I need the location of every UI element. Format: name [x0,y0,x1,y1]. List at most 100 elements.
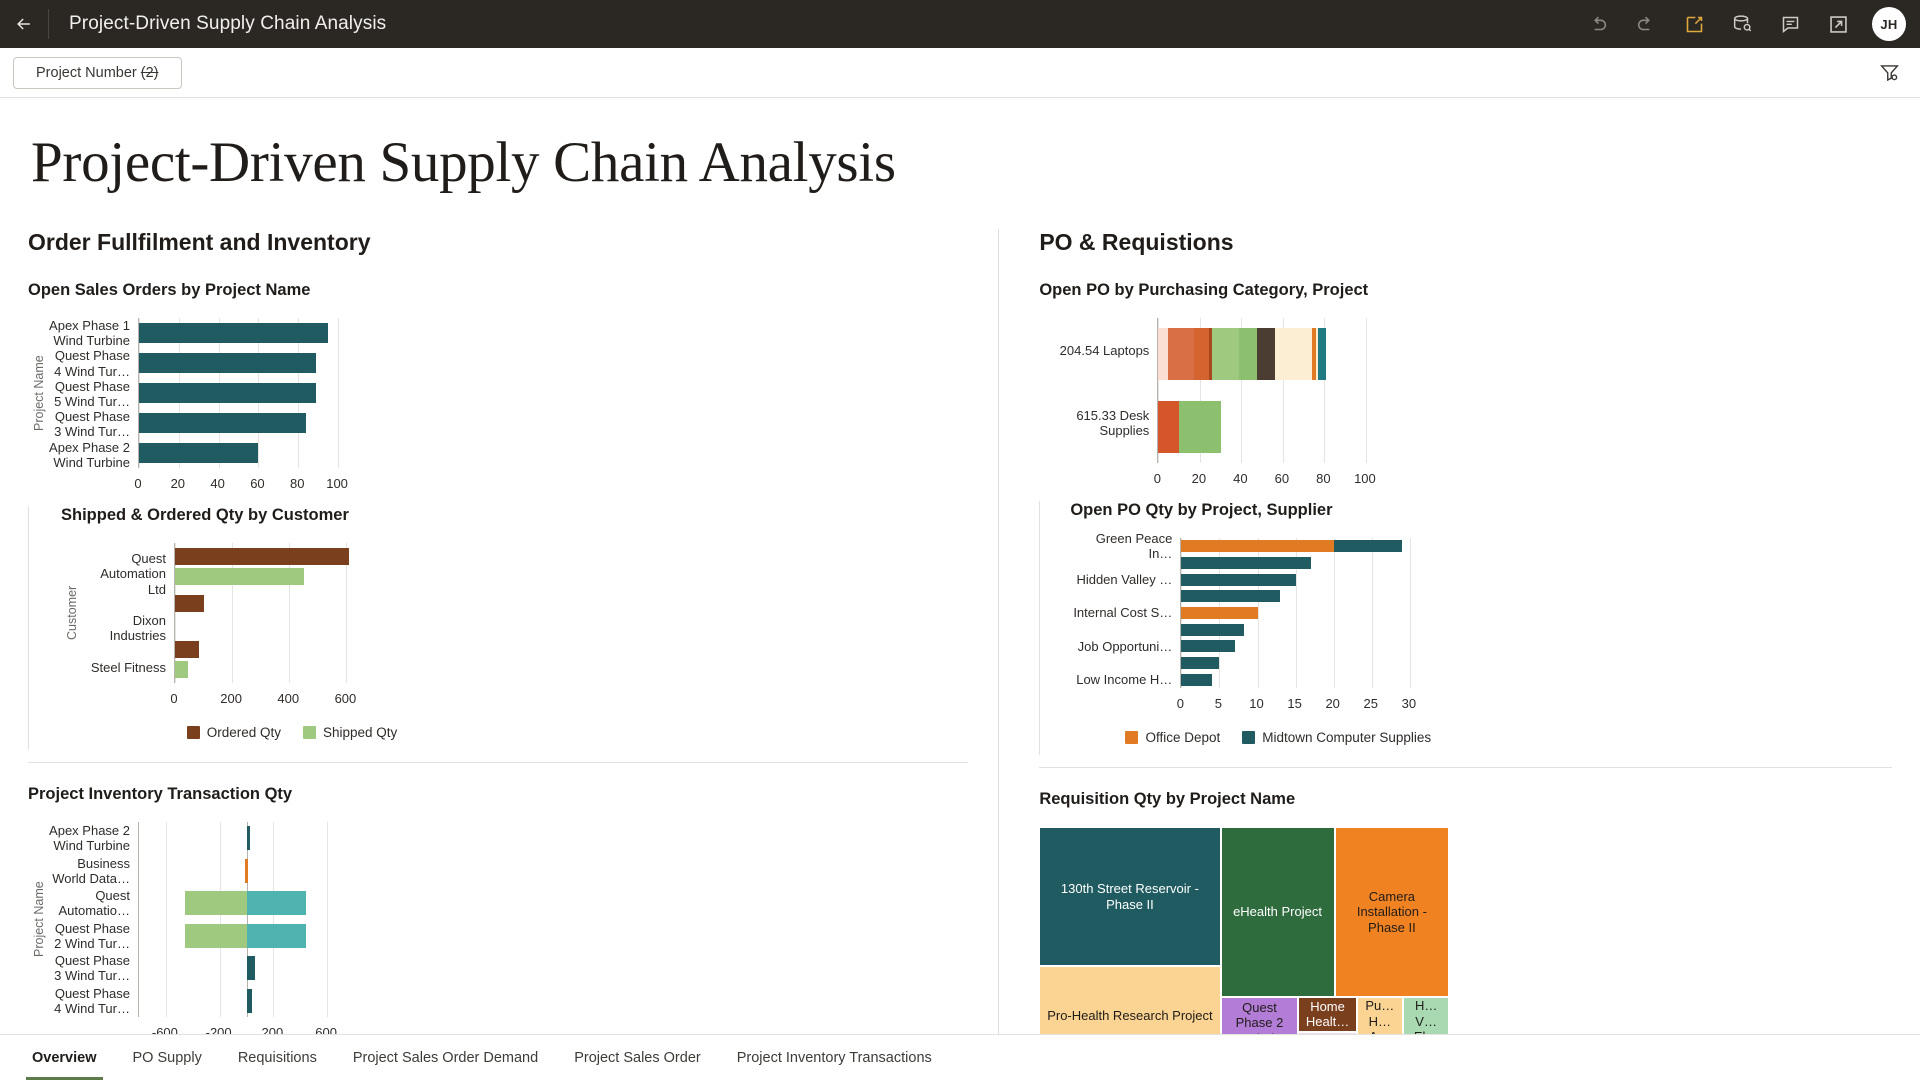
x-axis-tick: 100 [1354,471,1376,486]
bar-segment[interactable] [1181,573,1296,586]
bar-segment[interactable] [1158,328,1168,381]
tab-overview[interactable]: Overview [14,1035,115,1080]
comment-button[interactable] [1766,0,1814,48]
legend-item[interactable]: Midtown Computer Supplies [1242,730,1431,745]
filter-settings-icon [1879,65,1899,82]
bar-negative[interactable] [185,923,247,948]
category-label: Apex Phase 1 Wind Turbine [49,318,130,349]
data-source-button[interactable] [1718,0,1766,48]
panel-shipped-ordered-customer[interactable]: Shipped & Ordered Qty by Customer Custom… [28,506,523,750]
treemap-cell[interactable]: 130th Street Reservoir - Phase II [1039,827,1221,967]
right-chart-grid: Open PO by Purchasing Category, Project … [1039,281,1892,1080]
panel-requisition-treemap[interactable]: Requisition Qty by Project Name 130th St… [1039,790,1459,1075]
data-source-icon [1733,15,1752,32]
edit-icon [1686,16,1702,32]
panel-open-po-supplier[interactable]: Open PO Qty by Project, Supplier Green P… [1039,501,1486,755]
treemap-cell[interactable]: Camera Installation - Phase II [1334,827,1450,998]
bar[interactable] [245,858,248,883]
bar-segment[interactable] [1181,607,1258,619]
bar[interactable] [175,661,188,679]
left-chart-grid: Open Sales Orders by Project Name Projec… [28,281,969,1080]
bar-segment[interactable] [1256,328,1275,381]
panel-open-sales-orders[interactable]: Open Sales Orders by Project Name Projec… [28,281,488,506]
chart-project-inventory-transaction-qty[interactable]: Project Name Apex Phase 2 Wind Turbine Bu… [28,822,488,1045]
category-label: Apex Phase 2 Wind Turbine [49,823,130,854]
legend-item[interactable]: Ordered Qty [186,725,281,740]
bar[interactable] [175,641,200,659]
bar-segment[interactable] [1181,540,1334,553]
chart-shipped-ordered-qty-by-customer[interactable]: Customer Quest Automation Ltd Dixon Indus… [61,543,523,740]
bar-segment[interactable] [1179,400,1221,453]
chart-open-po-by-purchasing-category-project[interactable]: 204.54 Laptops 615.33 Desk Supplies 0 20 40… [1039,318,1459,491]
bar-segment[interactable] [1181,640,1235,653]
chart-legend: Ordered Qty Shipped Qty [61,725,523,740]
bar-segment[interactable] [1333,540,1403,553]
x-axis-tick: 40 [1233,471,1248,486]
section-po-requisitions: PO & Requistions Open PO by Purchasing C… [998,229,1892,1080]
bar-segment[interactable] [1181,623,1244,636]
panel-title: Open PO by Purchasing Category, Project [1039,281,1369,299]
bar-segment[interactable] [1181,673,1212,686]
category-label: 615.33 Desk Supplies [1076,407,1150,438]
bar[interactable] [139,413,307,433]
back-button[interactable] [0,0,48,48]
bar-segment[interactable] [1158,400,1180,453]
filter-settings-button[interactable] [1872,56,1906,90]
legend-item[interactable]: Shipped Qty [302,725,397,740]
bar-segment[interactable] [1181,590,1281,603]
chart-requisition-qty-by-project-name[interactable]: 130th Street Reservoir - Phase II Pro-Hea… [1039,827,1459,1065]
category-label: Quest Phase 4 Wind Tur… [54,985,130,1016]
tab-project-inventory-transactions[interactable]: Project Inventory Transactions [719,1035,950,1080]
bar[interactable] [139,443,259,463]
open-external-button[interactable] [1814,0,1862,48]
tab-po-supply[interactable]: PO Supply [115,1035,220,1080]
avatar[interactable]: JH [1872,7,1906,41]
bar[interactable] [175,547,350,565]
chart-open-po-qty-by-project-supplier[interactable]: Green Peace In… Hidden Valley … Internal C… [1070,531,1486,745]
bar[interactable] [175,567,304,585]
panel-open-po-category[interactable]: Open PO by Purchasing Category, Project … [1039,281,1459,501]
redo-button[interactable] [1622,0,1670,48]
bar-segment[interactable] [1167,328,1194,381]
filter-chip-project-number[interactable]: Project Number (2) [13,56,182,89]
bar[interactable] [139,383,317,403]
y-axis-title: Customer [65,585,79,641]
category-label: Hidden Valley … [1076,572,1173,588]
treemap-cell[interactable]: Home Healt… [1298,997,1357,1032]
bar-positive[interactable] [246,988,253,1013]
bar-segment[interactable] [1318,328,1327,381]
bar[interactable] [175,594,204,612]
treemap-area: 130th Street Reservoir - Phase II Pro-Hea… [1039,827,1450,1065]
tab-requisitions[interactable]: Requisitions [220,1035,335,1080]
section-title-right: PO & Requistions [1039,229,1234,255]
bar[interactable] [139,323,329,343]
bar-negative[interactable] [185,891,247,916]
treemap-cell[interactable]: eHealth Project [1220,827,1335,998]
bar-positive[interactable] [246,923,306,948]
gridline [1409,538,1411,688]
legend-item[interactable]: Office Depot [1125,730,1220,745]
legend-label: Office Depot [1145,730,1221,745]
bar[interactable] [139,353,317,373]
gridline [219,822,221,1017]
bar-segment[interactable] [1193,328,1210,381]
bar-segment[interactable] [1181,557,1311,569]
edit-button[interactable] [1670,0,1718,48]
bar-segment[interactable] [1212,328,1240,381]
x-axis-tick: 400 [277,691,300,706]
zero-line [246,822,248,1017]
open-external-icon [1829,15,1847,33]
bar-positive[interactable] [246,891,306,916]
tab-project-sales-order[interactable]: Project Sales Order [556,1035,719,1080]
bar-segment[interactable] [1274,328,1312,381]
bar-positive[interactable] [246,826,251,851]
x-axis-tick: 80 [290,476,305,491]
chart-open-sales-orders-by-project-name[interactable]: Project Name Apex Phase 1 Wind Turbine Qu… [28,318,488,496]
undo-button[interactable] [1574,0,1622,48]
gridline [1371,538,1373,688]
bar-segment[interactable] [1239,328,1257,381]
bar-positive[interactable] [246,956,255,981]
bar-segment[interactable] [1181,657,1220,669]
panel-inventory-transaction[interactable]: Project Inventory Transaction Qty Projec… [28,785,488,1055]
tab-project-sales-order-demand[interactable]: Project Sales Order Demand [335,1035,556,1080]
